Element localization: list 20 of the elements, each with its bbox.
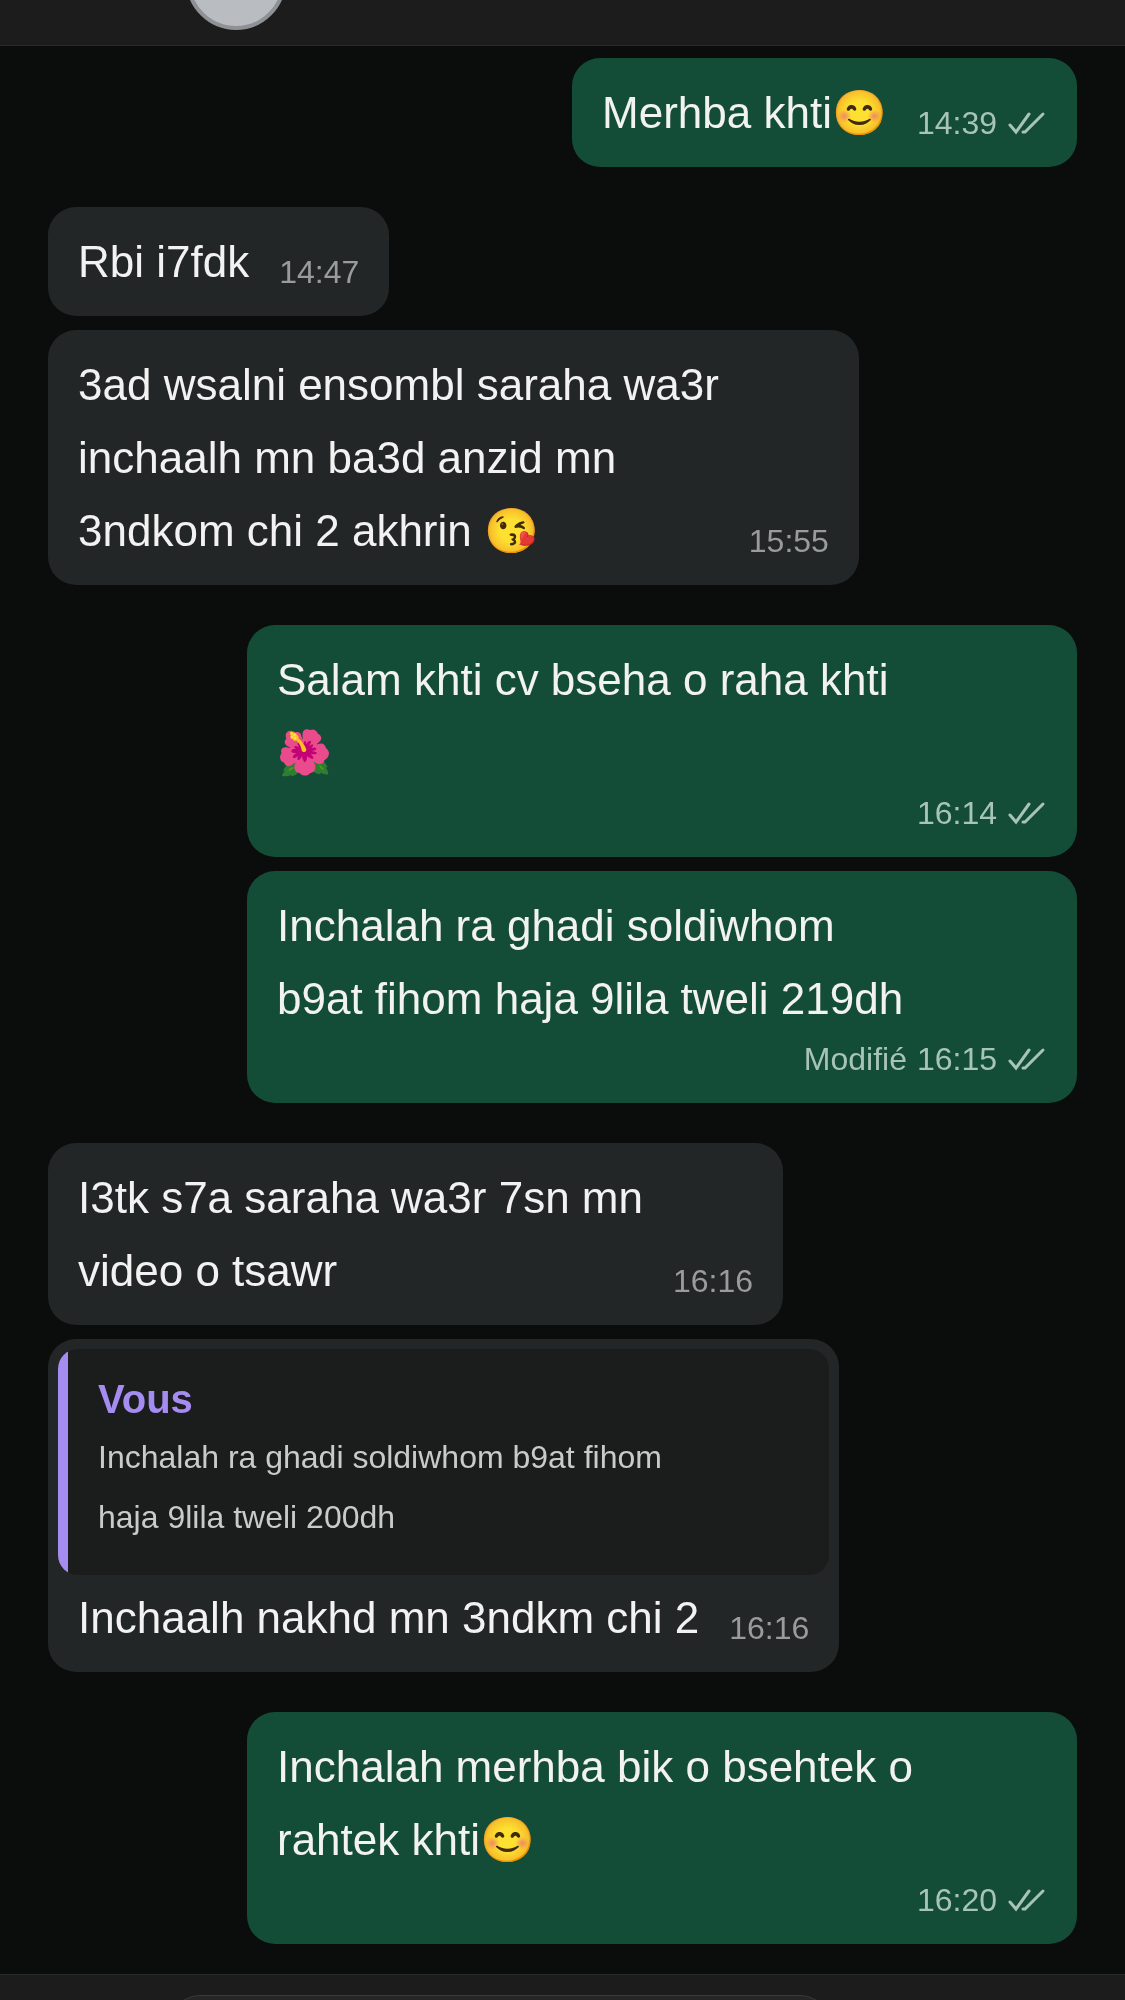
message-time: 14:39 — [916, 104, 997, 143]
message-text: Inchalah merhba bik o bsehtek o rahtek khti😊 — [277, 1741, 913, 1866]
message-time: 16:16 — [672, 1262, 754, 1301]
message-text: Merhba khti😊 — [602, 87, 887, 139]
message-time: 16:16 — [729, 1609, 810, 1648]
quote-text: Inchalah ra ghadi soldiwhom b9at fihom haja 9lila tweli 200dh — [98, 1438, 662, 1537]
message-time: 16:14 — [916, 794, 997, 833]
message-text: I3tk s7a saraha wa3r 7sn mn video o tsawr — [78, 1172, 643, 1297]
message-time: 15:55 — [748, 522, 829, 561]
message-text: Inchaalh nakhd mn 3ndkm chi 2 — [78, 1592, 700, 1644]
message-text: Salam khti cv bseha o raha khti 🌺 — [277, 654, 889, 779]
quote-author: Vous — [98, 1376, 194, 1423]
quoted-message[interactable]: Vous Inchalah ra ghadi soldiwhom b9at fihom haja 9lila tweli 200dh — [58, 1349, 830, 1575]
message-time: 16:15 — [916, 1040, 997, 1079]
message-time: 16:20 — [916, 1881, 997, 1920]
edited-label: Modifié — [803, 1040, 907, 1079]
message-text: Rbi i7fdk — [78, 236, 250, 288]
message-text: Inchalah ra ghadi soldiwhom b9at fihom haja 9lila tweli 219dh — [277, 900, 904, 1025]
message-text: 3ad wsalni ensombl saraha wa3r inchaalh mn ba3d anzid mn 3ndkom chi 2 akhrin 😘 — [78, 359, 719, 557]
message-time: 14:47 — [279, 253, 360, 292]
